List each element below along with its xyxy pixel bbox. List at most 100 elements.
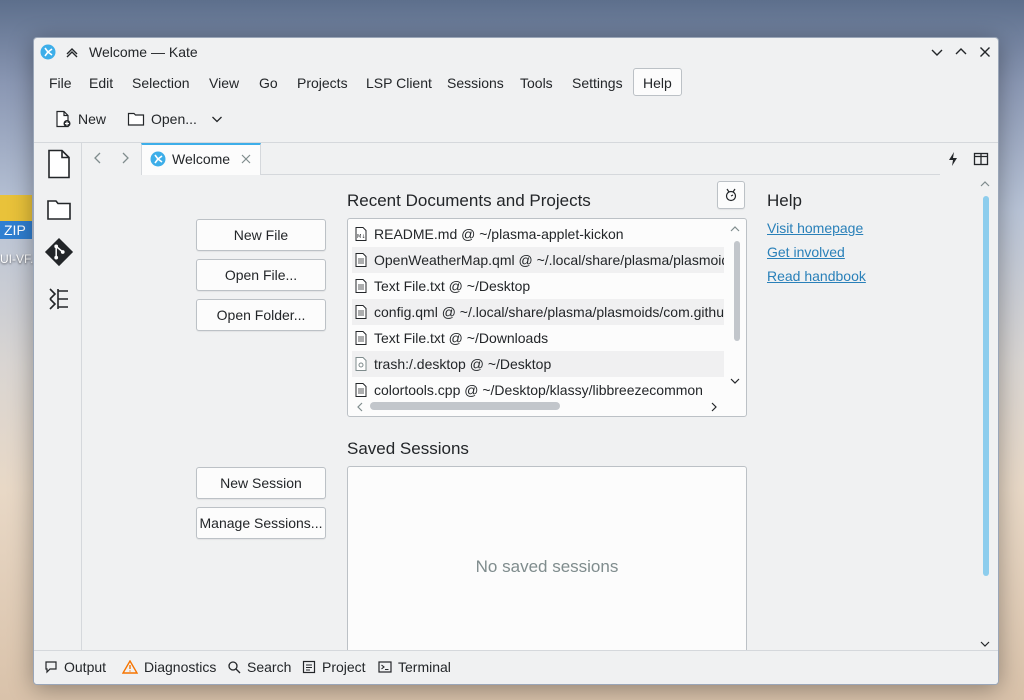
recent-item-label: config.qml @ ~/.local/share/plasma/plasm… [374, 304, 724, 320]
terminal-button[interactable]: Terminal [378, 659, 451, 675]
window-title: Welcome — Kate [89, 44, 198, 60]
open-folder-button[interactable]: Open Folder... [196, 299, 326, 331]
open-label: Open... [151, 111, 197, 127]
open-button[interactable]: Open... [127, 106, 223, 132]
text-file-icon [355, 279, 367, 293]
menu-settings[interactable]: Settings [562, 68, 633, 96]
chevron-left-icon[interactable] [91, 151, 105, 165]
filesystem-browser-icon[interactable] [46, 195, 72, 225]
documents-icon[interactable] [46, 149, 72, 179]
list-item[interactable]: trash:/.desktop @ ~/Desktop [352, 351, 724, 377]
manage-sessions-button[interactable]: Manage Sessions... [196, 507, 326, 539]
output-label: Output [64, 659, 107, 675]
search-icon [228, 661, 241, 674]
page-scroll-up-icon[interactable] [980, 180, 990, 188]
keep-above-icon[interactable] [64, 44, 80, 60]
desktop-file-icon [355, 357, 367, 371]
menu-file[interactable]: File [39, 68, 82, 96]
git-icon[interactable] [43, 237, 75, 267]
diagnostics-label: Diagnostics [144, 659, 217, 675]
welcome-page: New File Open File... Open Folder... Rec… [83, 176, 998, 656]
project-button[interactable]: Project [302, 659, 366, 675]
main-area: Welcome New File Open File... Open Folde… [34, 142, 998, 656]
text-file-icon [355, 305, 367, 319]
menu-selection[interactable]: Selection [122, 68, 200, 96]
tab-bar: Welcome [83, 143, 998, 175]
warning-icon [122, 660, 138, 674]
scroll-left-icon[interactable] [356, 402, 364, 412]
new-label: New [78, 111, 107, 127]
chevron-down-icon[interactable] [211, 113, 223, 125]
list-item[interactable]: config.qml @ ~/.local/share/plasma/plasm… [352, 299, 724, 325]
list-item[interactable]: OpenWeatherMap.qml @ ~/.local/share/plas… [352, 247, 724, 273]
left-sidebar [34, 143, 82, 652]
project-icon [302, 660, 316, 674]
scroll-up-icon[interactable] [730, 225, 740, 233]
minimize-icon[interactable] [929, 44, 945, 60]
list-item[interactable]: Text File.txt @ ~/Desktop [352, 273, 724, 299]
tab-welcome[interactable]: Welcome [141, 143, 261, 175]
saved-sessions-title: Saved Sessions [347, 439, 469, 458]
page-scroll-down-icon[interactable] [980, 640, 990, 648]
close-icon[interactable] [240, 153, 252, 165]
page-scrollbar-thumb[interactable] [983, 196, 989, 576]
recent-documents-title: Recent Documents and Projects [347, 191, 591, 210]
recent-documents-list: M↓ README.md @ ~/plasma-applet-kickon Op… [347, 218, 747, 417]
recent-item-label: colortools.cpp @ ~/Desktop/klassy/libbre… [374, 382, 703, 398]
menu-projects[interactable]: Projects [287, 68, 358, 96]
kate-window: Welcome — Kate File Edit Selection View … [33, 37, 999, 685]
recent-item-label: README.md @ ~/plasma-applet-kickon [374, 226, 624, 242]
get-involved-link[interactable]: Get involved [767, 244, 845, 260]
menu-tools[interactable]: Tools [510, 68, 563, 96]
menu-view[interactable]: View [199, 68, 249, 96]
quick-open-icon[interactable] [945, 151, 961, 167]
menu-lsp-client[interactable]: LSP Client [356, 68, 442, 96]
menu-edit[interactable]: Edit [79, 68, 123, 96]
markdown-file-icon: M↓ [355, 227, 367, 241]
search-button[interactable]: Search [227, 659, 291, 675]
split-view-icon[interactable] [973, 151, 989, 167]
list-item[interactable]: Text File.txt @ ~/Downloads [352, 325, 724, 351]
list-item[interactable]: M↓ README.md @ ~/plasma-applet-kickon [352, 221, 724, 247]
kate-icon[interactable] [40, 44, 56, 60]
scroll-right-icon[interactable] [710, 402, 718, 412]
project-label: Project [322, 659, 366, 675]
text-file-icon [355, 383, 367, 397]
new-button[interactable]: New [54, 106, 106, 132]
close-icon[interactable] [977, 44, 993, 60]
text-file-icon [355, 331, 367, 345]
terminal-label: Terminal [398, 659, 451, 675]
desktop-zip-icon[interactable]: ZIP [0, 195, 32, 245]
clear-recent-button[interactable] [717, 181, 745, 209]
tab-bar-divider [261, 174, 940, 175]
menu-help[interactable]: Help [633, 68, 682, 96]
list-item[interactable]: colortools.cpp @ ~/Desktop/klassy/libbre… [352, 377, 724, 403]
maximize-icon[interactable] [953, 44, 969, 60]
symbols-outline-icon[interactable] [46, 283, 72, 313]
output-button[interactable]: Output [44, 659, 106, 675]
page-scrollbar[interactable] [982, 188, 990, 578]
bottom-tool-bar: Output Diagnostics Search Project Termin… [34, 650, 998, 684]
tab-label: Welcome [172, 151, 231, 167]
scroll-down-icon[interactable] [730, 377, 740, 385]
search-label: Search [247, 659, 292, 675]
open-file-button[interactable]: Open File... [196, 259, 326, 291]
new-document-icon [56, 110, 71, 128]
diagnostics-button[interactable]: Diagnostics [122, 659, 216, 675]
new-session-button[interactable]: New Session [196, 467, 326, 499]
chevron-right-icon[interactable] [118, 151, 132, 165]
saved-sessions-list: No saved sessions [347, 466, 747, 656]
recent-item-label: trash:/.desktop @ ~/Desktop [374, 356, 552, 372]
zip-archive-icon [0, 195, 32, 223]
text-file-icon [355, 253, 367, 267]
kate-icon [150, 151, 166, 167]
new-file-button[interactable]: New File [196, 219, 326, 251]
horizontal-scrollbar[interactable] [370, 402, 560, 410]
menu-sessions[interactable]: Sessions [437, 68, 514, 96]
menu-go[interactable]: Go [249, 68, 288, 96]
recent-item-label: Text File.txt @ ~/Downloads [374, 330, 549, 346]
vertical-scrollbar[interactable] [734, 241, 740, 341]
visit-homepage-link[interactable]: Visit homepage [767, 220, 863, 236]
read-handbook-link[interactable]: Read handbook [767, 268, 866, 284]
title-bar: Welcome — Kate [34, 38, 998, 66]
